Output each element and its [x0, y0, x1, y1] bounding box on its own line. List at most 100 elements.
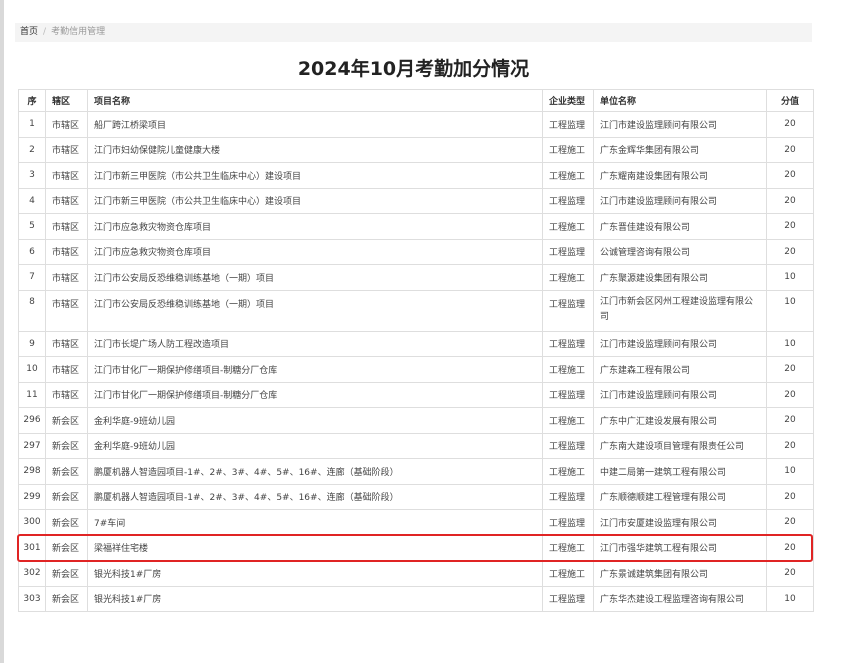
cell-district: 市辖区: [45, 162, 88, 189]
breadcrumb: 首页 / 考勤信用管理: [15, 23, 812, 42]
cell-unit-name: 广东南大建设项目管理有限责任公司: [593, 432, 767, 459]
cell-unit-name: 广东耀南建设集团有限公司: [593, 162, 767, 189]
cell-no: 1: [18, 111, 46, 138]
cell-score: 20: [766, 381, 814, 408]
left-edge-bar: [0, 0, 4, 663]
cell-no: 10: [18, 356, 46, 383]
cell-district: 新会区: [45, 509, 88, 536]
cell-project-name: 江门市长堤广场人防工程改造项目: [87, 330, 543, 357]
cell-score: 20: [766, 111, 814, 138]
cell-score: 20: [766, 187, 814, 214]
table-row: 302 新会区 银光科技1#厂房 工程施工 广东景诚建筑集团有限公司 20: [18, 560, 814, 587]
breadcrumb-home-link[interactable]: 首页: [20, 27, 38, 37]
cell-project-name: 鹏厦机器人智造园项目-1#、2#、3#、4#、5#、16#、连廊（基础阶段）: [87, 483, 543, 510]
cell-company-type: 工程监理: [542, 509, 594, 536]
cell-score: 20: [766, 356, 814, 383]
cell-company-type: 工程施工: [542, 264, 594, 291]
cell-unit-name: 江门市强华建筑工程有限公司: [593, 534, 767, 561]
cell-project-name: 江门市应急救灾物资仓库项目: [87, 213, 543, 240]
table-header-row: 序 辖区 项目名称 企业类型 单位名称 分值: [18, 89, 814, 112]
cell-company-type: 工程施工: [542, 407, 594, 434]
cell-project-name: 金利华庭-9班幼儿园: [87, 432, 543, 459]
cell-project-name: 江门市甘化厂一期保护修缮项目-制糖分厂仓库: [87, 356, 543, 383]
cell-unit-name: 广东聚源建设集团有限公司: [593, 264, 767, 291]
cell-district: 市辖区: [45, 264, 88, 291]
cell-district: 市辖区: [45, 381, 88, 408]
cell-score: 20: [766, 213, 814, 240]
cell-unit-name: 江门市建设监理顾问有限公司: [593, 330, 767, 357]
cell-project-name: 江门市公安局反恐维稳训练基地（一期）项目: [87, 264, 543, 291]
cell-project-name: 江门市妇幼保健院儿童健康大楼: [87, 136, 543, 163]
cell-score: 20: [766, 560, 814, 587]
cell-no: 2: [18, 136, 46, 163]
cell-unit-name: 广东顺德顺建工程管理有限公司: [593, 483, 767, 510]
cell-score: 20: [766, 534, 814, 561]
cell-district: 新会区: [45, 407, 88, 434]
cell-district: 市辖区: [45, 330, 88, 357]
table-row: 9 市辖区 江门市长堤广场人防工程改造项目 工程监理 江门市建设监理顾问有限公司 10: [18, 330, 814, 357]
cell-score: 10: [766, 585, 814, 612]
cell-district: 市辖区: [45, 213, 88, 240]
header-project: 项目名称: [87, 89, 543, 112]
cell-district: 市辖区: [45, 289, 88, 332]
cell-no: 8: [18, 289, 46, 332]
table-row: 300 新会区 7#车间 工程监理 江门市安厦建设监理有限公司 20: [18, 509, 814, 536]
cell-company-type: 工程监理: [542, 585, 594, 612]
cell-unit-name: 公诚管理咨询有限公司: [593, 238, 767, 265]
header-district: 辖区: [45, 89, 88, 112]
cell-no: 5: [18, 213, 46, 240]
cell-unit-name: 江门市建设监理顾问有限公司: [593, 187, 767, 214]
cell-no: 6: [18, 238, 46, 265]
cell-score: 20: [766, 483, 814, 510]
cell-company-type: 工程监理: [542, 330, 594, 357]
cell-unit-name: 江门市建设监理顾问有限公司: [593, 111, 767, 138]
table-row: 2 市辖区 江门市妇幼保健院儿童健康大楼 工程施工 广东金辉华集团有限公司 20: [18, 136, 814, 163]
table-row: 297 新会区 金利华庭-9班幼儿园 工程监理 广东南大建设项目管理有限责任公司 20: [18, 432, 814, 459]
cell-project-name: 7#车间: [87, 509, 543, 536]
cell-project-name: 梁福祥住宅楼: [87, 534, 543, 561]
table-row: 301 新会区 梁福祥住宅楼 工程施工 江门市强华建筑工程有限公司 20: [18, 534, 814, 561]
cell-score: 20: [766, 162, 814, 189]
cell-unit-name: 广东景诚建筑集团有限公司: [593, 560, 767, 587]
table-row: 6 市辖区 江门市应急救灾物资仓库项目 工程监理 公诚管理咨询有限公司 20: [18, 238, 814, 265]
cell-company-type: 工程施工: [542, 162, 594, 189]
cell-project-name: 金利华庭-9班幼儿园: [87, 407, 543, 434]
cell-district: 新会区: [45, 458, 88, 485]
cell-district: 市辖区: [45, 111, 88, 138]
cell-district: 市辖区: [45, 187, 88, 214]
cell-company-type: 工程监理: [542, 432, 594, 459]
cell-project-name: 江门市应急救灾物资仓库项目: [87, 238, 543, 265]
cell-district: 市辖区: [45, 238, 88, 265]
cell-unit-name: 广东晋佳建设有限公司: [593, 213, 767, 240]
cell-no: 297: [18, 432, 46, 459]
table-row: 296 新会区 金利华庭-9班幼儿园 工程施工 广东中广汇建设发展有限公司 20: [18, 407, 814, 434]
table-row: 11 市辖区 江门市甘化厂一期保护修缮项目-制糖分厂仓库 工程监理 江门市建设监理顾问有…: [18, 381, 814, 408]
cell-no: 298: [18, 458, 46, 485]
cell-no: 7: [18, 264, 46, 291]
header-unit: 单位名称: [593, 89, 767, 112]
cell-district: 新会区: [45, 585, 88, 612]
cell-company-type: 工程施工: [542, 534, 594, 561]
cell-company-type: 工程施工: [542, 356, 594, 383]
table-row: 7 市辖区 江门市公安局反恐维稳训练基地（一期）项目 工程施工 广东聚源建设集团有限公司…: [18, 264, 814, 291]
table-row: 8 市辖区 江门市公安局反恐维稳训练基地（一期）项目 工程监理 江门市新会区冈州工程建设…: [18, 289, 814, 332]
cell-district: 市辖区: [45, 136, 88, 163]
cell-unit-name: 江门市安厦建设监理有限公司: [593, 509, 767, 536]
cell-project-name: 银光科技1#厂房: [87, 585, 543, 612]
table-row: 299 新会区 鹏厦机器人智造园项目-1#、2#、3#、4#、5#、16#、连廊（基…: [18, 483, 814, 510]
cell-score: 20: [766, 432, 814, 459]
cell-company-type: 工程施工: [542, 560, 594, 587]
header-no: 序: [18, 89, 46, 112]
cell-district: 新会区: [45, 483, 88, 510]
cell-no: 3: [18, 162, 46, 189]
cell-project-name: 江门市新三甲医院（市公共卫生临床中心）建设项目: [87, 162, 543, 189]
table-row: 303 新会区 银光科技1#厂房 工程监理 广东华杰建设工程监理咨询有限公司 10: [18, 585, 814, 612]
cell-unit-name: 江门市新会区冈州工程建设监理有限公司: [593, 289, 767, 332]
cell-district: 市辖区: [45, 356, 88, 383]
table-row: 10 市辖区 江门市甘化厂一期保护修缮项目-制糖分厂仓库 工程施工 广东建森工程有限公司…: [18, 356, 814, 383]
cell-no: 299: [18, 483, 46, 510]
cell-score: 20: [766, 238, 814, 265]
table-row: 1 市辖区 船厂跨江桥梁项目 工程监理 江门市建设监理顾问有限公司 20: [18, 111, 814, 138]
cell-project-name: 江门市公安局反恐维稳训练基地（一期）项目: [87, 289, 543, 332]
cell-no: 303: [18, 585, 46, 612]
